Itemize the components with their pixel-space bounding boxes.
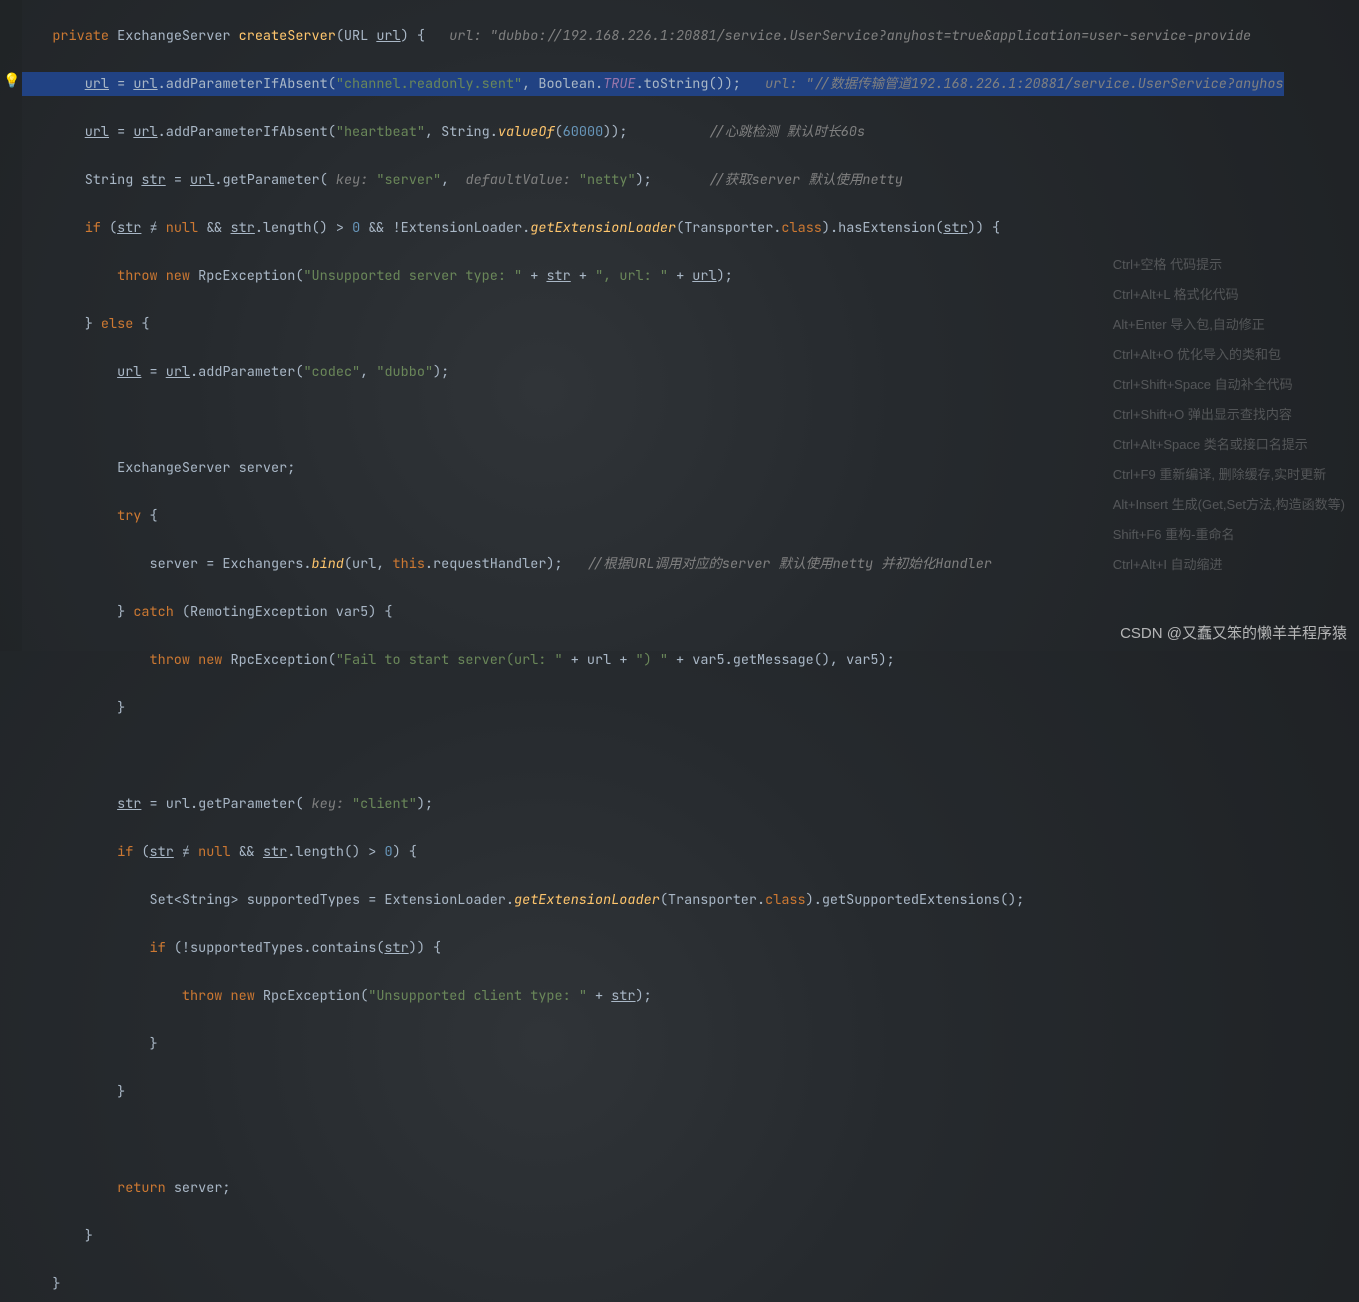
code-line[interactable]: throw new RpcException("Fail to start se… bbox=[22, 648, 1284, 672]
code-line[interactable]: } bbox=[22, 1224, 1284, 1248]
shortcut-hint: Ctrl+Alt+Space 类名或接口名提示 bbox=[1113, 430, 1345, 460]
code-line[interactable]: } bbox=[22, 1032, 1284, 1056]
code-line-highlighted[interactable]: url = url.addParameterIfAbsent("channel.… bbox=[22, 72, 1284, 96]
shortcut-hint: Ctrl+F9 重新编译, 删除缓存,实时更新 bbox=[1113, 460, 1345, 490]
shortcut-hint: Ctrl+Shift+O 弹出显示查找内容 bbox=[1113, 400, 1345, 430]
code-line[interactable]: ExchangeServer server; bbox=[22, 456, 1284, 480]
code-line[interactable]: String str = url.getParameter( key: "ser… bbox=[22, 168, 1284, 192]
code-line[interactable]: try { bbox=[22, 504, 1284, 528]
code-line[interactable]: } bbox=[22, 1272, 1284, 1296]
code-line[interactable]: if (str ≠ null && str.length() > 0 && !E… bbox=[22, 216, 1284, 240]
code-line[interactable]: Set<String> supportedTypes = ExtensionLo… bbox=[22, 888, 1284, 912]
code-line[interactable] bbox=[22, 1128, 1284, 1152]
shortcut-hint: Alt+Insert 生成(Get,Set方法,构造函数等) bbox=[1113, 490, 1345, 520]
gutter bbox=[0, 0, 22, 651]
code-line[interactable]: if (str ≠ null && str.length() > 0) { bbox=[22, 840, 1284, 864]
shortcut-hints-overlay: Ctrl+空格 代码提示 Ctrl+Alt+L 格式化代码 Alt+Enter … bbox=[1113, 250, 1345, 580]
watermark-text: CSDN @又蠢又笨的懒羊羊程序猿 bbox=[1120, 622, 1347, 643]
code-line[interactable]: url = url.addParameterIfAbsent("heartbea… bbox=[22, 120, 1284, 144]
code-line[interactable]: return server; bbox=[22, 1176, 1284, 1200]
shortcut-hint: Alt+Enter 导入包,自动修正 bbox=[1113, 310, 1345, 340]
shortcut-hint: Ctrl+Alt+L 格式化代码 bbox=[1113, 280, 1345, 310]
code-line[interactable]: } else { bbox=[22, 312, 1284, 336]
shortcut-hint: Ctrl+Shift+Space 自动补全代码 bbox=[1113, 370, 1345, 400]
shortcut-hint: Shift+F6 重构-重命名 bbox=[1113, 520, 1345, 550]
code-line[interactable]: url = url.addParameter("codec", "dubbo")… bbox=[22, 360, 1284, 384]
shortcut-hint: Ctrl+空格 代码提示 bbox=[1113, 250, 1345, 280]
intention-bulb-icon[interactable]: 💡 bbox=[3, 72, 20, 90]
code-line[interactable] bbox=[22, 744, 1284, 768]
code-line[interactable]: private ExchangeServer createServer(URL … bbox=[22, 24, 1284, 48]
code-line[interactable]: } bbox=[22, 696, 1284, 720]
code-line[interactable]: } bbox=[22, 1080, 1284, 1104]
shortcut-hint: Ctrl+Alt+I 自动缩进 bbox=[1113, 550, 1345, 580]
code-line[interactable]: if (!supportedTypes.contains(str)) { bbox=[22, 936, 1284, 960]
code-line[interactable]: throw new RpcException("Unsupported serv… bbox=[22, 264, 1284, 288]
code-editor[interactable]: private ExchangeServer createServer(URL … bbox=[22, 0, 1284, 1302]
code-line[interactable]: throw new RpcException("Unsupported clie… bbox=[22, 984, 1284, 1008]
code-line[interactable]: } catch (RemotingException var5) { bbox=[22, 600, 1284, 624]
code-line[interactable]: server = Exchangers.bind(url, this.reque… bbox=[22, 552, 1284, 576]
shortcut-hint: Ctrl+Alt+O 优化导入的类和包 bbox=[1113, 340, 1345, 370]
code-line[interactable] bbox=[22, 408, 1284, 432]
code-line[interactable]: str = url.getParameter( key: "client"); bbox=[22, 792, 1284, 816]
